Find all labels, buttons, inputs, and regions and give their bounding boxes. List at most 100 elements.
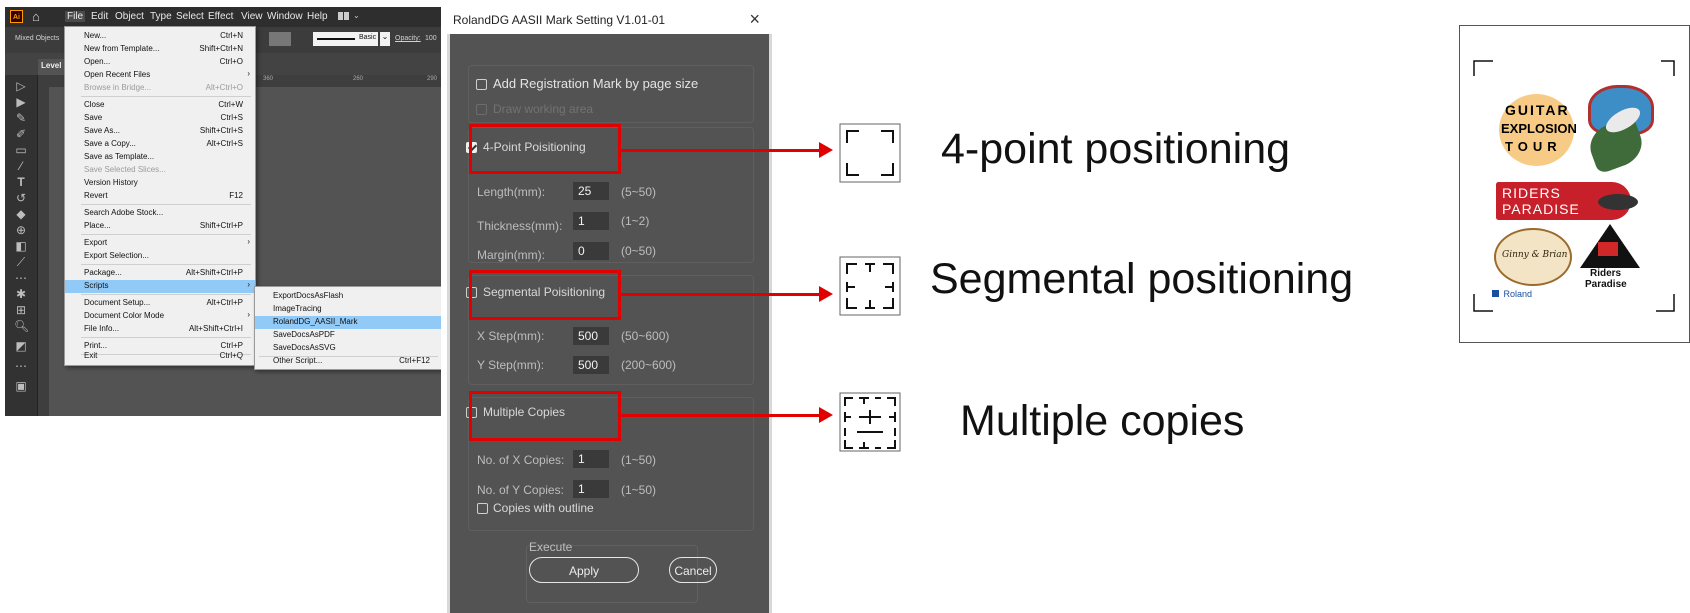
x-step-input[interactable]: 500: [573, 327, 609, 345]
tab-document[interactable]: Level: [38, 59, 66, 75]
menu-item-scripts[interactable]: Scripts ›: [65, 280, 255, 293]
close-icon[interactable]: ×: [749, 9, 760, 30]
ginny-logo-text: Ginny & Brian: [1502, 250, 1568, 260]
y-step-input[interactable]: 500: [573, 356, 609, 374]
menu-item-save-selected-slices: Save Selected Slices...: [65, 164, 255, 177]
shape-builder-tool-icon[interactable]: ⊕: [14, 223, 28, 237]
margin-input[interactable]: 0: [573, 242, 609, 260]
thickness-input[interactable]: 1: [573, 212, 609, 230]
menu-item-label: Save: [84, 113, 103, 122]
menu-item-package[interactable]: Package... Alt+Shift+Ctrl+P: [65, 267, 255, 280]
script-item-roland-aasii-mark[interactable]: RolandDG_AASII_Mark: [255, 316, 441, 329]
menu-item-export-selection[interactable]: Export Selection...: [65, 250, 255, 263]
workspace-switcher-icon[interactable]: ⌄: [338, 11, 362, 21]
riders-paradise-triangle-logo: Riders Paradise: [1576, 224, 1644, 294]
zoom-tool-icon[interactable]: 🔍︎: [14, 319, 29, 333]
illustrator-logo: Ai: [10, 10, 23, 23]
menu-window[interactable]: Window: [267, 11, 303, 22]
copies-with-outline-checkbox[interactable]: [477, 503, 488, 514]
y-step-label: Y Step(mm):: [477, 358, 545, 372]
menu-item-save-a-copy[interactable]: Save a Copy... Alt+Ctrl+S: [65, 138, 255, 151]
menu-select[interactable]: Select: [176, 11, 204, 22]
screen-mode-icon[interactable]: ▣: [14, 379, 28, 393]
script-item[interactable]: ImageTracing: [255, 303, 441, 316]
curvature-tool-icon[interactable]: ✐: [14, 127, 28, 141]
artboard-tool-icon[interactable]: ⊞: [14, 303, 28, 317]
menu-item-version-history[interactable]: Version History: [65, 177, 255, 190]
menu-help[interactable]: Help: [307, 11, 328, 22]
fill-swatch[interactable]: [269, 32, 291, 46]
menu-item-label: Print...: [84, 341, 108, 350]
menu-item-label: Close: [84, 100, 105, 109]
guitar-logo-line-3: TOUR: [1505, 139, 1562, 154]
arrow-segmental: [621, 293, 821, 296]
menu-file[interactable]: File: [65, 11, 86, 22]
menu-item-document-setup[interactable]: Document Setup... Alt+Ctrl+P: [65, 297, 255, 310]
blend-tool-icon[interactable]: ⋯: [14, 271, 28, 285]
pen-tool-icon[interactable]: ✎: [14, 111, 28, 125]
menu-item-shortcut: F12: [229, 191, 243, 200]
menu-item-save[interactable]: Save Ctrl+S: [65, 112, 255, 125]
add-registration-mark-label: Add Registration Mark by page size: [493, 76, 699, 91]
menu-item-label: Save a Copy...: [84, 139, 136, 148]
menu-item-document-color-mode[interactable]: Document Color Mode ›: [65, 310, 255, 323]
menu-item-shortcut: Ctrl+S: [220, 113, 243, 122]
length-input[interactable]: 25: [573, 182, 609, 200]
menu-item-new[interactable]: New... Ctrl+N: [65, 30, 255, 43]
edit-toolbar-icon[interactable]: ⋯: [14, 359, 28, 373]
eraser-tool-icon[interactable]: ◆: [14, 207, 28, 221]
margin-label: Margin(mm):: [477, 248, 545, 262]
y-copies-input[interactable]: 1: [573, 480, 609, 498]
fill-stroke-icon[interactable]: ◩: [14, 339, 28, 353]
opacity-label[interactable]: Opacity:: [395, 35, 421, 42]
menu-view[interactable]: View: [241, 11, 263, 22]
eyedropper-tool-icon[interactable]: ⟋: [14, 255, 28, 270]
menu-item-label: Browse in Bridge...: [84, 83, 152, 92]
menu-item-export[interactable]: Export ›: [65, 237, 255, 250]
add-registration-mark-checkbox[interactable]: [476, 79, 487, 90]
menu-item-save-as-template[interactable]: Save as Template...: [65, 151, 255, 164]
menu-item-open-recent[interactable]: Open Recent Files ›: [65, 69, 255, 82]
gradient-tool-icon[interactable]: ◧: [14, 239, 28, 253]
guitar-explosion-logo: GUITAR EXPLOSION TOUR: [1499, 94, 1577, 166]
script-item[interactable]: SaveDocsAsPDF: [255, 329, 441, 342]
menu-item-file-info[interactable]: File Info... Alt+Shift+Ctrl+I: [65, 323, 255, 336]
menu-item-close[interactable]: Close Ctrl+W: [65, 99, 255, 112]
rotate-tool-icon[interactable]: ↺: [14, 191, 28, 205]
menu-item-label: ImageTracing: [273, 304, 322, 313]
menu-item-search-adobe-stock[interactable]: Search Adobe Stock...: [65, 207, 255, 220]
script-item[interactable]: ExportDocsAsFlash: [255, 290, 441, 303]
symbol-sprayer-tool-icon[interactable]: ✱: [14, 287, 28, 301]
menu-item-label: Place...: [84, 221, 111, 230]
script-item-other[interactable]: Other Script... Ctrl+F12: [255, 355, 441, 368]
menu-type[interactable]: Type: [150, 11, 172, 22]
menu-item-label: Open...: [84, 57, 111, 66]
menu-object[interactable]: Object: [115, 11, 144, 22]
menu-item-place[interactable]: Place... Shift+Ctrl+P: [65, 220, 255, 233]
x-copies-input[interactable]: 1: [573, 450, 609, 468]
selection-tool-icon[interactable]: ▷: [14, 79, 28, 93]
home-icon[interactable]: ⌂: [32, 9, 40, 24]
length-range: (5~50): [621, 185, 657, 199]
chevron-down-icon[interactable]: ⌄: [380, 32, 390, 46]
menu-effect[interactable]: Effect: [208, 11, 233, 22]
script-item[interactable]: SaveDocsAsSVG: [255, 342, 441, 355]
stroke-style-dropdown[interactable]: Basic: [313, 32, 378, 46]
rectangle-tool-icon[interactable]: ▭: [14, 143, 28, 157]
segmental-annotation: Segmental positioning: [930, 255, 1354, 303]
menu-item-save-as[interactable]: Save As... Shift+Ctrl+S: [65, 125, 255, 138]
paintbrush-tool-icon[interactable]: ⁄: [14, 159, 28, 173]
highlight-four-point: [469, 124, 621, 174]
apply-button[interactable]: Apply: [529, 557, 639, 583]
type-tool-icon[interactable]: T: [14, 175, 28, 189]
menu-item-new-from-template[interactable]: New from Template... Shift+Ctrl+N: [65, 43, 255, 56]
ruler-number: 290: [427, 76, 438, 82]
direct-selection-tool-icon[interactable]: ▶: [14, 95, 28, 109]
cancel-button[interactable]: Cancel: [669, 557, 717, 583]
menu-edit[interactable]: Edit: [91, 11, 108, 22]
submenu-arrow-icon: ›: [247, 280, 250, 289]
opacity-value[interactable]: 100: [425, 35, 437, 42]
menu-item-open[interactable]: Open... Ctrl+O: [65, 56, 255, 69]
menu-item-exit[interactable]: Exit Ctrl+Q: [65, 350, 255, 363]
menu-item-revert[interactable]: Revert F12: [65, 190, 255, 203]
